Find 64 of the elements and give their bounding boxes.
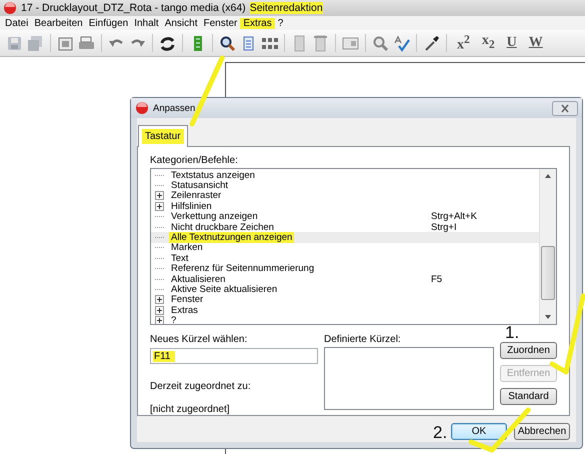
assigned-value: [nicht zugeordnet] xyxy=(150,404,230,415)
mode-label: Seitenredaktion xyxy=(250,2,323,14)
tree-item[interactable]: Aktive Seite aktualisieren xyxy=(169,284,280,295)
expand-icon[interactable] xyxy=(155,202,164,211)
menu-item[interactable]: Fenster xyxy=(200,18,240,28)
tree-item[interactable]: Nicht druckbare Zeichen xyxy=(169,222,276,233)
format-button[interactable]: x$_{2}$ xyxy=(478,33,499,53)
refresh-icon[interactable] xyxy=(159,34,176,52)
spell-check-icon[interactable] xyxy=(393,34,410,52)
handwritten-number: 2. xyxy=(433,424,448,441)
dialog-button[interactable]: Zuordnen xyxy=(500,342,557,359)
handwritten-number: 1. xyxy=(505,324,520,341)
tree-item[interactable]: Referenz für Seitennummerierung xyxy=(169,263,316,274)
tree-item[interactable]: Alle Textnutzungen anzeigen xyxy=(169,232,294,244)
close-icon[interactable] xyxy=(552,100,578,116)
app-logo-icon xyxy=(3,1,17,15)
menu-item[interactable]: Extras xyxy=(240,18,275,28)
format-button[interactable]: W xyxy=(524,35,547,51)
menu-item[interactable]: Bearbeiten xyxy=(31,18,86,28)
window-title: 17 - Drucklayout_DTZ_Rota - tango media (x64) xyxy=(21,2,246,14)
tree-item[interactable]: Marken xyxy=(169,242,205,254)
format-button[interactable]: U xyxy=(502,35,521,51)
tree-item[interactable]: Textstatus anzeigen xyxy=(169,170,257,181)
format-button[interactable]: x$^{2}$ xyxy=(453,32,474,54)
shortcut-list[interactable] xyxy=(324,347,494,410)
tree-item[interactable]: Hilfslinien xyxy=(169,200,214,212)
menu-item[interactable]: Inhalt xyxy=(131,18,162,28)
image-icon[interactable] xyxy=(342,34,359,52)
expand-icon[interactable] xyxy=(155,306,164,315)
scrollbar-thumb[interactable] xyxy=(541,246,555,300)
shortcut-text: Strg+Alt+K xyxy=(431,211,477,222)
shortcut-text: Strg+I xyxy=(431,222,457,233)
dialog-title: Anpassen xyxy=(153,102,196,114)
pipette-icon[interactable] xyxy=(423,34,440,52)
tree-item[interactable]: Verkettung anzeigen xyxy=(169,211,260,222)
expand-icon[interactable] xyxy=(155,316,164,324)
menu-item[interactable]: Einfügen xyxy=(86,18,132,28)
tree-item[interactable]: Aktualisieren xyxy=(169,274,228,285)
field-label: Definierte Kürzel: xyxy=(324,334,402,345)
section-label: Kategorien/Befehle: xyxy=(150,155,239,166)
printer-icon[interactable] xyxy=(78,34,95,52)
dialog-button[interactable]: Standard xyxy=(500,388,557,405)
menu-item[interactable]: Ansicht xyxy=(162,18,200,28)
tab[interactable]: Tastatur xyxy=(138,125,188,147)
dialog-button[interactable]: OK xyxy=(451,423,507,440)
search-icon[interactable] xyxy=(219,34,236,52)
tree-item[interactable]: Extras xyxy=(169,304,200,316)
tree-item[interactable]: ? xyxy=(169,315,178,324)
dialog-button[interactable]: Abbrechen xyxy=(514,423,570,440)
tree-item[interactable]: Fenster xyxy=(169,294,206,306)
tree-item[interactable]: Statusansicht xyxy=(169,180,230,192)
tree-item[interactable]: Zeilenraster xyxy=(169,190,224,202)
expand-icon[interactable] xyxy=(155,295,164,304)
expand-icon[interactable] xyxy=(155,191,164,200)
scrollbar[interactable] xyxy=(539,169,556,324)
tree-item[interactable]: Text xyxy=(169,252,190,264)
shortcut-text: F5 xyxy=(431,274,442,285)
save-icon[interactable] xyxy=(6,34,23,52)
menu-item[interactable]: Datei xyxy=(2,18,32,28)
field-label: Neues Kürzel wählen: xyxy=(150,334,248,345)
field-label: Derzeit zugeordnet zu: xyxy=(150,381,252,392)
menu-item[interactable]: ? xyxy=(274,18,286,28)
app-logo-icon xyxy=(135,101,149,115)
shortcut-field[interactable]: F11 xyxy=(150,348,318,364)
